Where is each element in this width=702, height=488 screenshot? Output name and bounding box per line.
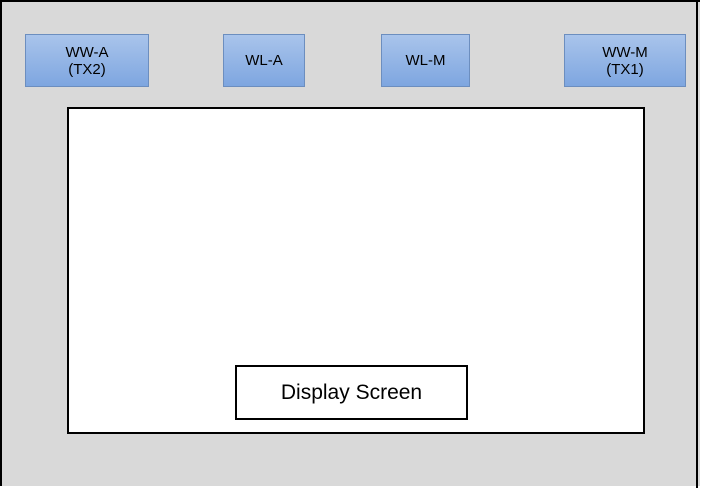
wl-a-button[interactable]: WL-A xyxy=(223,34,305,87)
wl-m-button[interactable]: WL-M xyxy=(381,34,470,87)
device-panel-right-edge xyxy=(696,0,698,488)
ww-m-button-label: WW-M xyxy=(602,43,648,61)
ww-m-button-sublabel: (TX1) xyxy=(606,60,644,78)
display-screen-label: Display Screen xyxy=(235,365,468,420)
ww-m-button[interactable]: WW-M (TX1) xyxy=(564,34,686,87)
wl-a-button-label: WL-A xyxy=(245,52,283,69)
ww-a-button-label: WW-A xyxy=(65,43,109,61)
ww-a-button[interactable]: WW-A (TX2) xyxy=(25,34,149,87)
ww-a-button-sublabel: (TX2) xyxy=(68,60,106,78)
wl-m-button-label: WL-M xyxy=(405,52,446,69)
